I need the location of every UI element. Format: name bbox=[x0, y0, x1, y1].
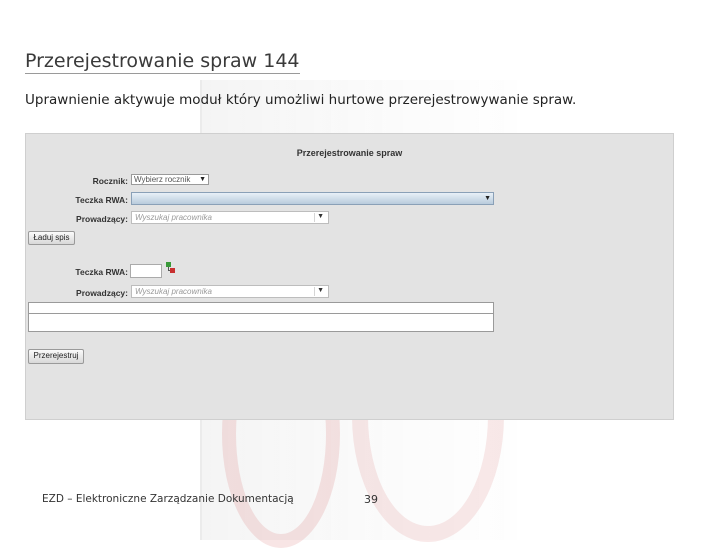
prowadzacy-placeholder: Wyszukaj pracownika bbox=[135, 213, 212, 222]
footer-text: EZD – Elektroniczne Zarządzanie Dokument… bbox=[42, 493, 294, 505]
combo-separator bbox=[314, 287, 315, 296]
teczka-rwa-select[interactable]: ▼ bbox=[131, 192, 494, 205]
results-table bbox=[28, 302, 494, 332]
prowadzacy-combobox-2[interactable]: Wyszukaj pracownika ▼ bbox=[131, 285, 329, 298]
teczka-rwa-input[interactable] bbox=[130, 264, 162, 278]
panel-title: Przerejestrowanie spraw bbox=[296, 148, 403, 158]
teczka-rwa-label: Teczka RWA: bbox=[75, 195, 128, 205]
combo-separator bbox=[314, 213, 315, 222]
prowadzacy-combobox[interactable]: Wyszukaj pracownika ▼ bbox=[131, 211, 329, 224]
chevron-down-icon: ▼ bbox=[317, 213, 324, 220]
teczka-rwa-label-2: Teczka RWA: bbox=[75, 267, 128, 277]
screenshot-panel: Przerejestrowanie spraw Rocznik: Wybierz… bbox=[25, 133, 674, 420]
prowadzacy-label-2: Prowadzący: bbox=[76, 288, 128, 298]
chevron-down-icon: ▼ bbox=[199, 176, 206, 183]
page-number: 39 bbox=[364, 493, 378, 506]
results-table-header-divider bbox=[29, 313, 493, 314]
prowadzacy-placeholder-2: Wyszukaj pracownika bbox=[135, 287, 212, 296]
load-list-button[interactable]: Ładuj spis bbox=[28, 231, 75, 245]
slide-title: Przerejestrowanie spraw 144 bbox=[25, 50, 300, 74]
rocznik-select-value: Wybierz rocznik bbox=[134, 175, 191, 184]
chevron-down-icon: ▼ bbox=[484, 195, 491, 202]
chevron-down-icon: ▼ bbox=[317, 287, 324, 294]
tree-picker-icon[interactable] bbox=[166, 262, 176, 274]
slide-subtitle: Uprawnienie aktywuje moduł który umożliw… bbox=[25, 92, 577, 108]
reregister-button[interactable]: Przerejestruj bbox=[28, 349, 84, 364]
rocznik-select[interactable]: Wybierz rocznik ▼ bbox=[131, 174, 209, 185]
rocznik-label: Rocznik: bbox=[92, 176, 128, 186]
prowadzacy-label: Prowadzący: bbox=[76, 214, 128, 224]
